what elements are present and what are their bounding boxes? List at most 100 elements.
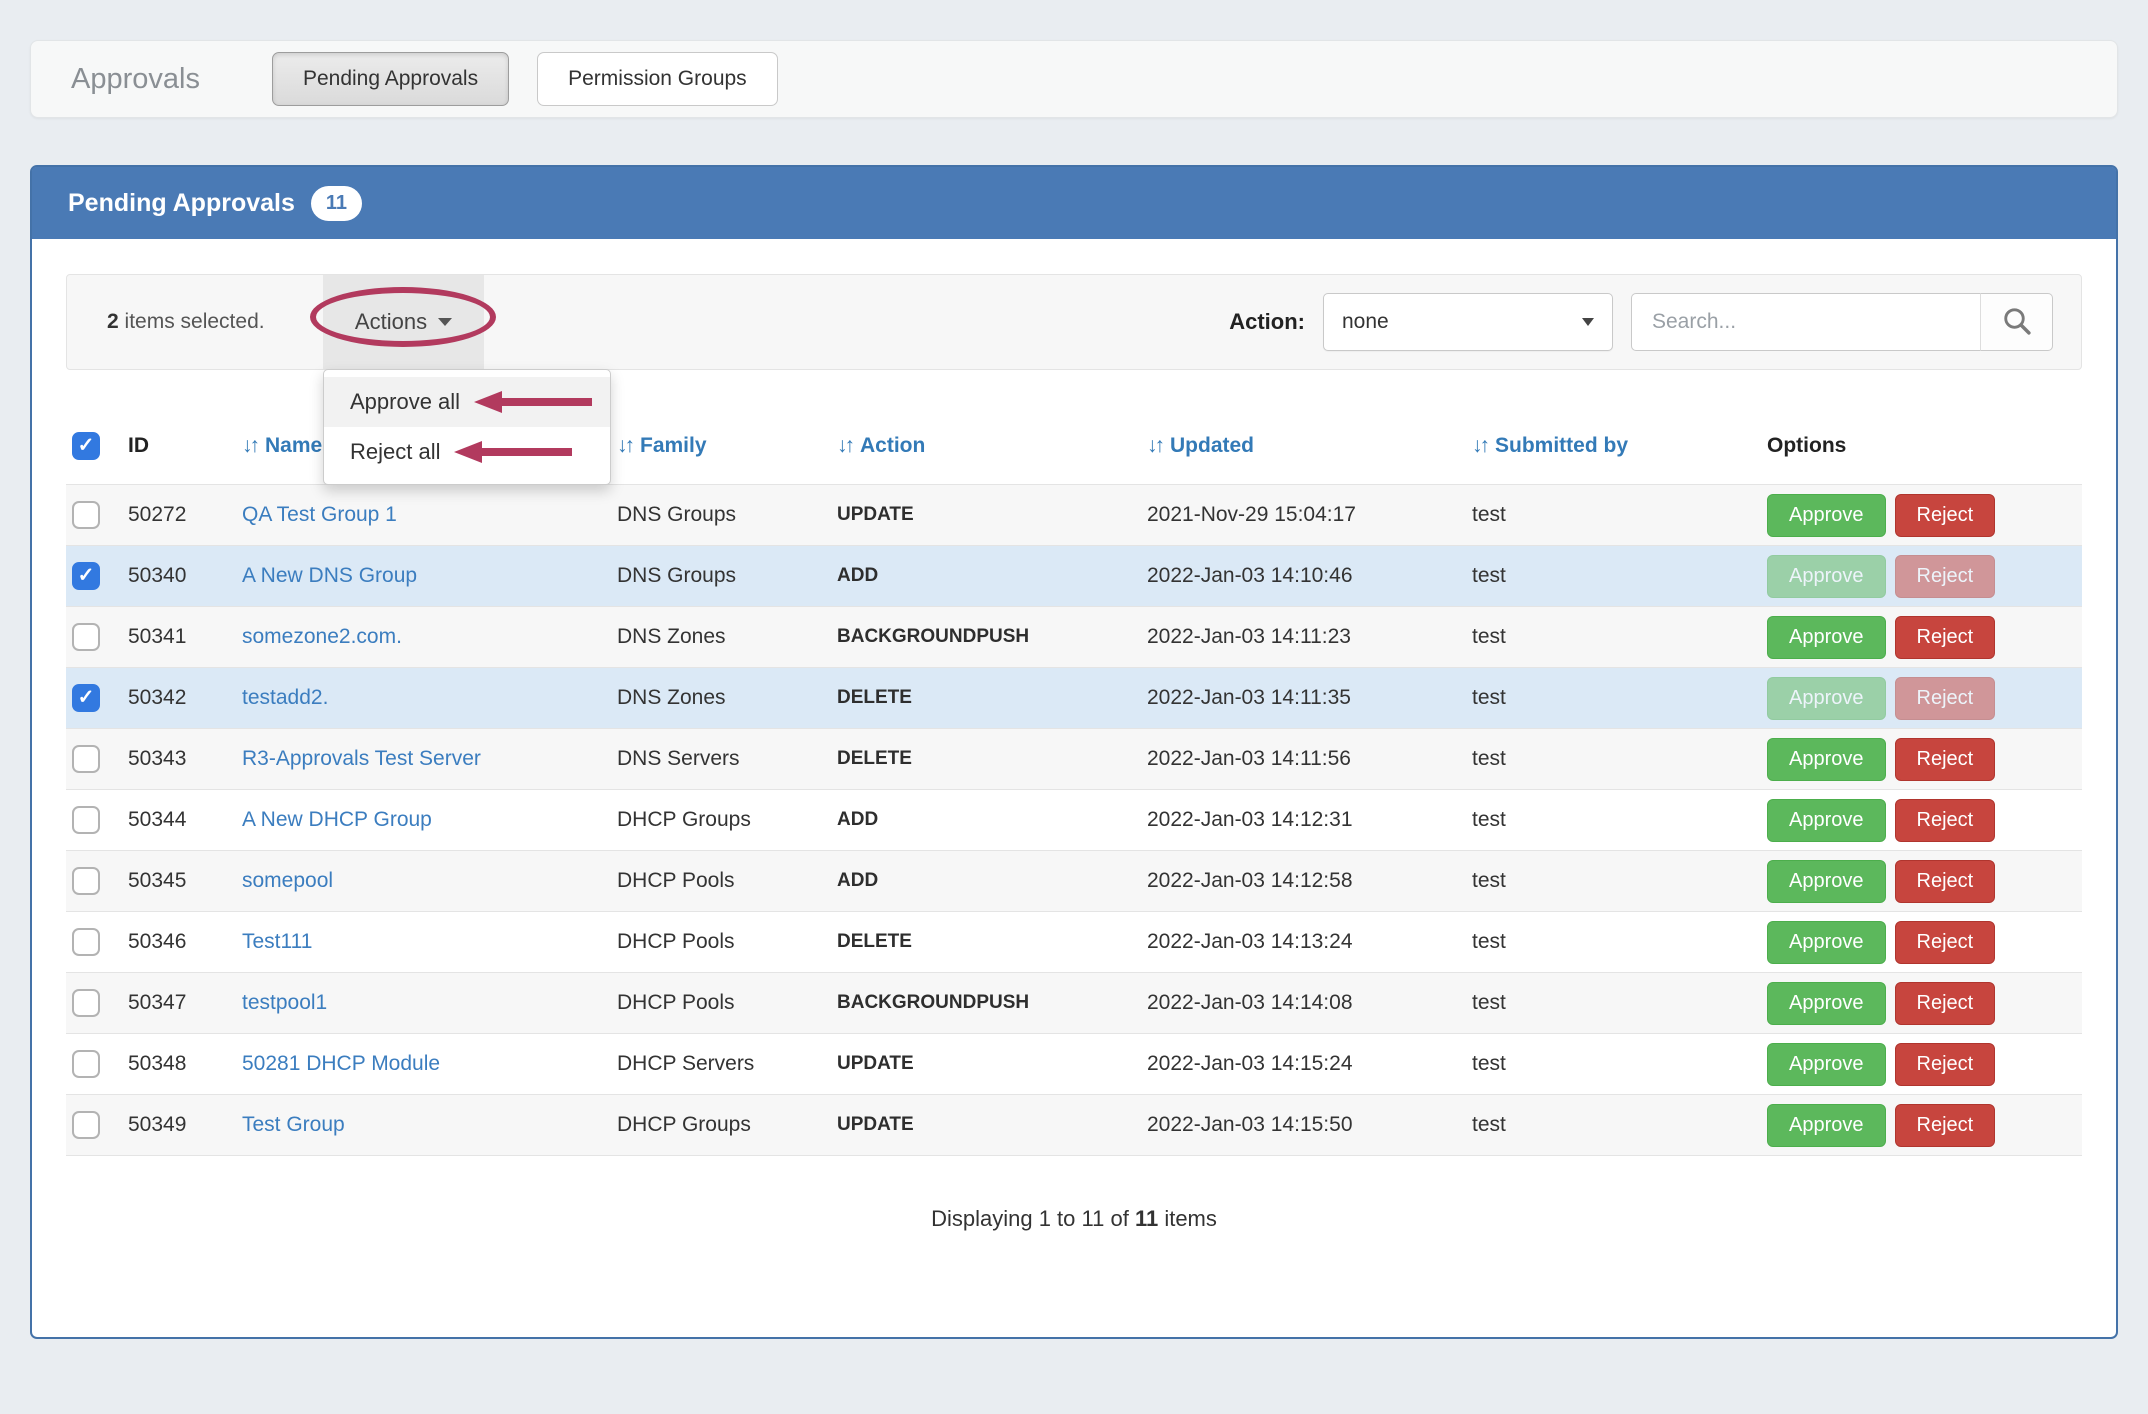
cell-submitted-by: test [1466, 1095, 1761, 1156]
select-all-checkbox[interactable] [72, 432, 100, 460]
cell-submitted-by: test [1466, 912, 1761, 973]
cell-submitted-by: test [1466, 485, 1761, 546]
selected-items-note: 2 items selected. [107, 310, 265, 334]
item-name-link[interactable]: somezone2.com. [242, 625, 402, 648]
cell-family: DHCP Pools [611, 973, 831, 1034]
cell-id: 50349 [122, 1095, 236, 1156]
row-checkbox[interactable] [72, 684, 100, 712]
cell-action: DELETE [831, 668, 1141, 729]
cell-family: DHCP Pools [611, 851, 831, 912]
row-checkbox[interactable] [72, 501, 100, 529]
menu-item-reject-all[interactable]: Reject all [324, 427, 610, 477]
row-checkbox[interactable] [72, 806, 100, 834]
toolbar-right: Action: none [1229, 293, 2053, 351]
table-row: 50344A New DHCP GroupDHCP GroupsADD2022-… [66, 790, 2082, 851]
cell-family: DNS Zones [611, 668, 831, 729]
approve-button[interactable]: Approve [1767, 1043, 1886, 1086]
column-header-family[interactable]: ↓↑Family [611, 416, 831, 485]
item-name-link[interactable]: somepool [242, 869, 333, 892]
item-name-link[interactable]: testpool1 [242, 991, 327, 1014]
approve-button[interactable]: Approve [1767, 677, 1886, 720]
tab-pending-approvals[interactable]: Pending Approvals [272, 52, 509, 106]
approve-button[interactable]: Approve [1767, 982, 1886, 1025]
cell-id: 50346 [122, 912, 236, 973]
reject-button[interactable]: Reject [1895, 860, 1996, 903]
cell-id: 50344 [122, 790, 236, 851]
actions-dropdown-open: Actions [323, 275, 484, 369]
page-title: Approvals [71, 63, 200, 96]
column-header-submitted-by[interactable]: ↓↑Submitted by [1466, 416, 1761, 485]
approve-button[interactable]: Approve [1767, 738, 1886, 781]
row-checkbox[interactable] [72, 623, 100, 651]
reject-button[interactable]: Reject [1895, 677, 1996, 720]
action-filter-select[interactable]: none [1323, 293, 1613, 351]
pending-approvals-table: ID ↓↑Name ↓↑Family ↓↑Action ↓↑Updated ↓↑… [66, 416, 2082, 1156]
item-name-link[interactable]: A New DHCP Group [242, 808, 432, 831]
table-row: 50272QA Test Group 1DNS GroupsUPDATE2021… [66, 485, 2082, 546]
actions-button[interactable]: Actions [349, 308, 458, 336]
row-checkbox[interactable] [72, 867, 100, 895]
row-checkbox[interactable] [72, 562, 100, 590]
search-icon [2002, 306, 2032, 339]
item-name-link[interactable]: A New DNS Group [242, 564, 417, 587]
cell-action: ADD [831, 546, 1141, 607]
reject-button[interactable]: Reject [1895, 982, 1996, 1025]
item-name-link[interactable]: Test111 [242, 930, 312, 953]
item-name-link[interactable]: 50281 DHCP Module [242, 1052, 440, 1075]
item-name-link[interactable]: Test Group [242, 1113, 345, 1136]
search-input[interactable] [1631, 293, 1981, 351]
reject-button[interactable]: Reject [1895, 555, 1996, 598]
approve-button[interactable]: Approve [1767, 921, 1886, 964]
actions-menu: Approve all Reject all [323, 369, 611, 485]
menu-item-label: Approve all [350, 389, 460, 415]
column-header-action[interactable]: ↓↑Action [831, 416, 1141, 485]
reject-button[interactable]: Reject [1895, 799, 1996, 842]
approve-button[interactable]: Approve [1767, 616, 1886, 659]
approve-button[interactable]: Approve [1767, 494, 1886, 537]
reject-button[interactable]: Reject [1895, 1043, 1996, 1086]
cell-id: 50345 [122, 851, 236, 912]
menu-item-approve-all[interactable]: Approve all [324, 377, 610, 427]
row-checkbox[interactable] [72, 1111, 100, 1139]
item-name-link[interactable]: QA Test Group 1 [242, 503, 397, 526]
reject-button[interactable]: Reject [1895, 1104, 1996, 1147]
item-name-link[interactable]: testadd2. [242, 686, 328, 709]
reject-button[interactable]: Reject [1895, 616, 1996, 659]
cell-name: somepool [236, 851, 611, 912]
cell-action: ADD [831, 851, 1141, 912]
table-row: 50342testadd2.DNS ZonesDELETE2022-Jan-03… [66, 668, 2082, 729]
row-checkbox[interactable] [72, 1050, 100, 1078]
cell-action: BACKGROUNDPUSH [831, 973, 1141, 1034]
cell-id: 50343 [122, 729, 236, 790]
cell-options: ApproveReject [1761, 1034, 2082, 1095]
approve-button[interactable]: Approve [1767, 1104, 1886, 1147]
cell-updated: 2022-Jan-03 14:15:24 [1141, 1034, 1466, 1095]
cell-action: DELETE [831, 729, 1141, 790]
cell-name: testadd2. [236, 668, 611, 729]
reject-button[interactable]: Reject [1895, 921, 1996, 964]
cell-action: UPDATE [831, 1095, 1141, 1156]
cell-updated: 2022-Jan-03 14:10:46 [1141, 546, 1466, 607]
row-checkbox[interactable] [72, 989, 100, 1017]
approve-button[interactable]: Approve [1767, 555, 1886, 598]
table-row: 50346Test111DHCP PoolsDELETE2022-Jan-03 … [66, 912, 2082, 973]
approve-button[interactable]: Approve [1767, 799, 1886, 842]
column-header-updated[interactable]: ↓↑Updated [1141, 416, 1466, 485]
cell-name: Test Group [236, 1095, 611, 1156]
item-name-link[interactable]: R3-Approvals Test Server [242, 747, 481, 770]
approve-button[interactable]: Approve [1767, 860, 1886, 903]
sort-icon: ↓↑ [242, 434, 257, 457]
row-checkbox[interactable] [72, 928, 100, 956]
tab-permission-groups[interactable]: Permission Groups [537, 52, 778, 106]
action-filter-value: none [1342, 310, 1389, 334]
row-checkbox[interactable] [72, 745, 100, 773]
search-button[interactable] [1981, 293, 2053, 351]
sort-icon: ↓↑ [1472, 434, 1487, 457]
cell-options: ApproveReject [1761, 607, 2082, 668]
reject-button[interactable]: Reject [1895, 738, 1996, 781]
table-row: 50345somepoolDHCP PoolsADD2022-Jan-03 14… [66, 851, 2082, 912]
cell-family: DHCP Groups [611, 1095, 831, 1156]
cell-submitted-by: test [1466, 607, 1761, 668]
reject-button[interactable]: Reject [1895, 494, 1996, 537]
selected-count: 2 [107, 310, 119, 333]
